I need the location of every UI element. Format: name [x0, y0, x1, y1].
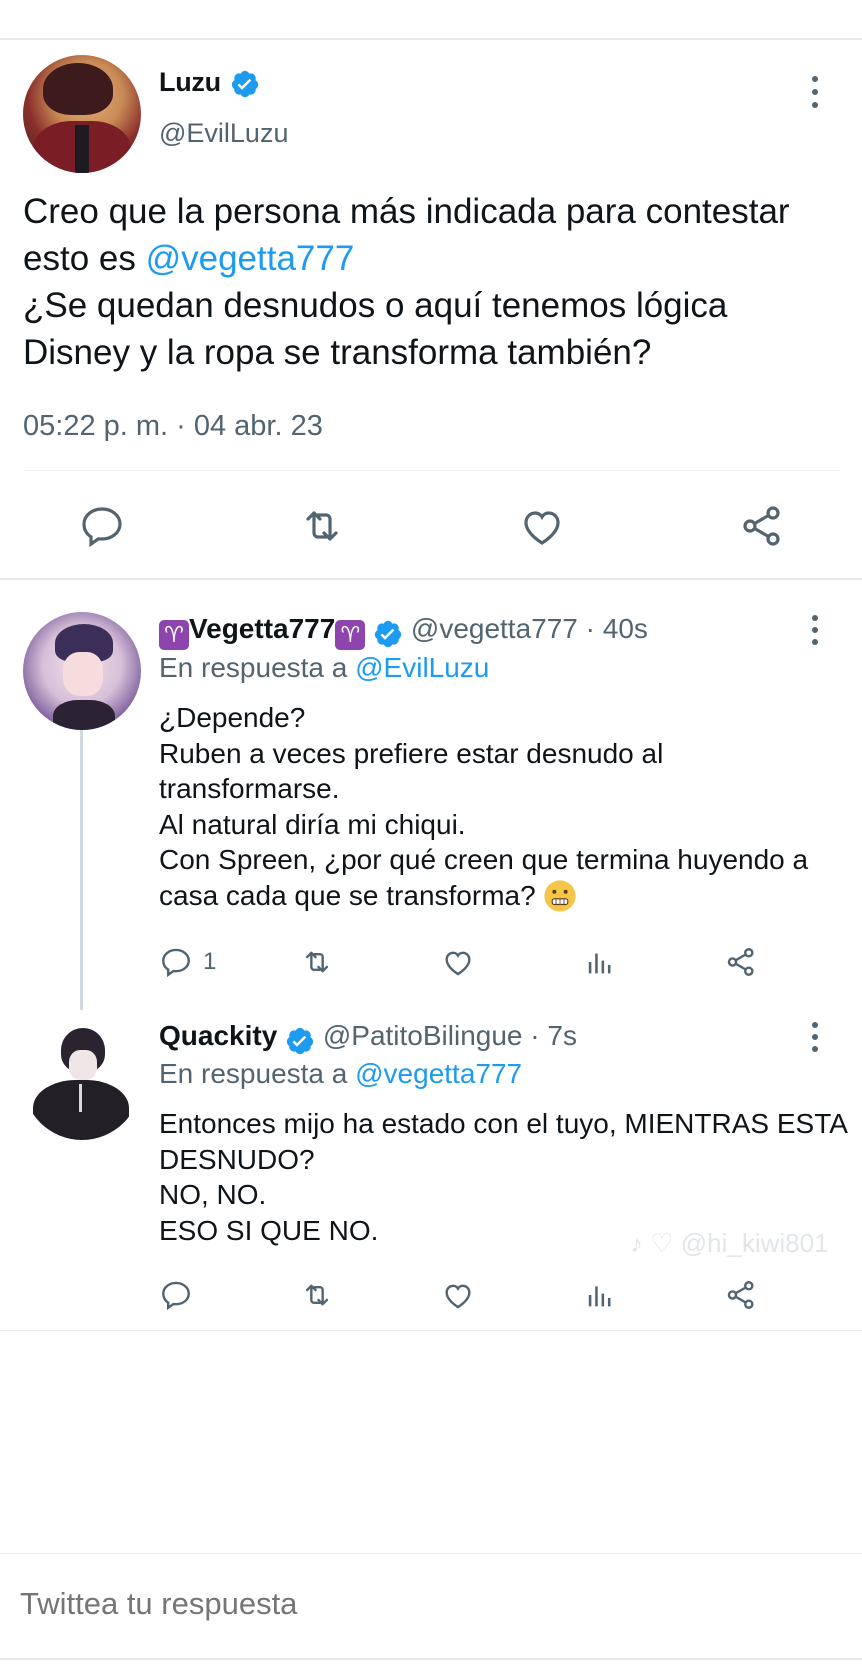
tweet-text: Creo que la persona más indicada para co…	[23, 192, 790, 372]
author-name[interactable]: Vegetta777	[189, 613, 335, 644]
retweet-icon[interactable]	[298, 502, 346, 550]
tweet-text: Entonces mijo ha estado con el tuyo, MIE…	[159, 1108, 847, 1246]
reply-header: ♈ Vegetta777 ♈ @vegetta777 · 40s	[159, 613, 648, 651]
grimacing-face-emoji	[544, 879, 577, 912]
reply-count: 1	[203, 948, 217, 975]
analytics-icon[interactable]	[583, 945, 617, 979]
author-handle[interactable]: @vegetta777 · 40s	[411, 613, 648, 644]
thread-line	[80, 730, 83, 1010]
retweet-icon[interactable]	[300, 1278, 334, 1312]
divider	[23, 470, 841, 471]
thread-bottom-divider	[0, 1330, 862, 1331]
tweet-timestamp[interactable]: 05:22 p. m. · 04 abr. 23	[23, 410, 323, 443]
reply-icon[interactable]	[159, 945, 193, 979]
compose-underline	[0, 1658, 862, 1660]
mention-link[interactable]: @vegetta777	[355, 1058, 522, 1089]
author-handle[interactable]: @PatitoBilingue · 7s	[323, 1020, 577, 1051]
avatar[interactable]	[23, 55, 141, 173]
share-icon[interactable]	[738, 502, 786, 550]
like-icon[interactable]	[441, 1278, 475, 1312]
reply-icon[interactable]	[159, 1278, 193, 1312]
reply-icon[interactable]	[78, 502, 126, 550]
more-options-icon[interactable]	[806, 1022, 824, 1056]
author-handle[interactable]: @EvilLuzu	[159, 118, 288, 149]
author-name[interactable]: Luzu	[159, 67, 221, 98]
replying-to: En respuesta a @EvilLuzu	[159, 652, 490, 683]
retweet-icon[interactable]	[300, 945, 334, 979]
like-icon[interactable]	[518, 502, 566, 550]
tweet-text: ¿Depende? Ruben a veces prefiere estar d…	[159, 702, 809, 912]
share-icon[interactable]	[724, 945, 758, 979]
share-icon[interactable]	[724, 1278, 758, 1312]
avatar[interactable]	[23, 612, 141, 730]
compose-divider	[0, 1553, 862, 1554]
replying-to: En respuesta a @vegetta777	[159, 1058, 523, 1089]
verified-badge-icon	[230, 69, 260, 99]
more-options-icon[interactable]	[806, 76, 824, 110]
mention-link[interactable]: @EvilLuzu	[355, 652, 489, 683]
mention-link[interactable]: @vegetta777	[146, 239, 355, 278]
more-options-icon[interactable]	[806, 615, 824, 649]
verified-badge-icon	[285, 1026, 315, 1058]
like-icon[interactable]	[441, 945, 475, 979]
avatar[interactable]	[23, 1022, 141, 1140]
reply-header: Quackity @PatitoBilingue · 7s	[159, 1020, 577, 1058]
analytics-icon[interactable]	[583, 1278, 617, 1312]
section-divider	[0, 578, 862, 580]
aries-emoji: ♈	[159, 620, 189, 650]
verified-badge-icon	[373, 619, 403, 651]
reply-compose-input[interactable]	[20, 1586, 840, 1622]
aries-emoji: ♈	[335, 620, 366, 650]
watermark: ♪ ♡ @hi_kiwi801	[630, 1228, 829, 1258]
main-tweet: Luzu @EvilLuzu Creo que la persona más i…	[0, 40, 862, 580]
author-name[interactable]: Quackity	[159, 1020, 277, 1051]
